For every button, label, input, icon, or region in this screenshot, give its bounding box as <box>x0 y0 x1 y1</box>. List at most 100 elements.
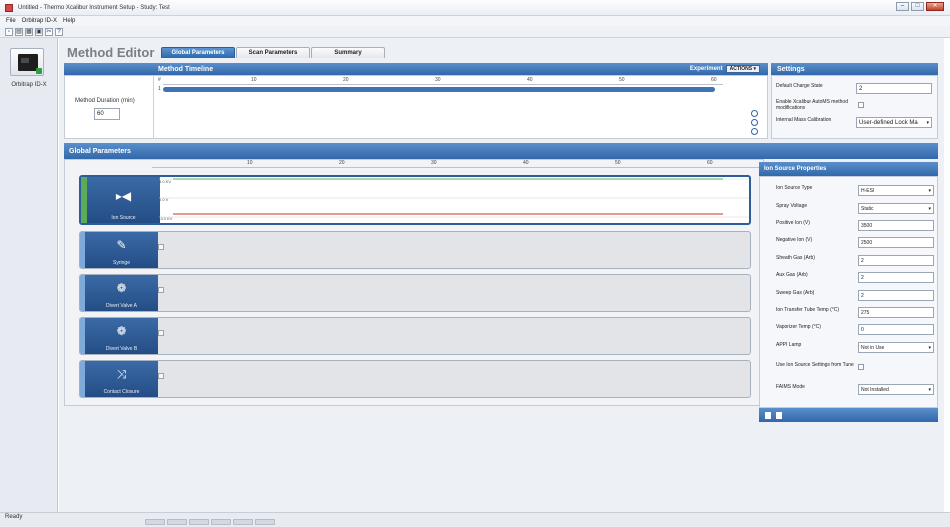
cut-icon[interactable]: ✂ <box>45 27 53 36</box>
taskbar-item[interactable] <box>189 519 209 525</box>
internal-mass-calibration-select[interactable]: User-defined Lock Ma <box>856 117 932 128</box>
property-label: FAIMS Mode <box>776 384 805 390</box>
orbitrap-instrument-icon[interactable] <box>10 48 44 76</box>
minimize-button[interactable]: – <box>896 2 909 11</box>
enable-automs-checkbox[interactable] <box>858 102 864 108</box>
status-bar: Ready <box>0 512 950 527</box>
positive-ion-input[interactable]: 3500 <box>858 220 934 231</box>
menu-help[interactable]: Help <box>63 18 75 24</box>
menu-orbitrap[interactable]: Orbitrap ID-X <box>22 18 57 24</box>
appi-lamp-select[interactable]: Not in Use <box>858 342 934 353</box>
syringe-icon: ✎ <box>116 238 127 252</box>
close-button[interactable]: ✕ <box>926 2 944 11</box>
zoom-in-icon[interactable] <box>751 110 758 117</box>
use-tune-settings-checkbox[interactable] <box>858 364 864 370</box>
new-icon[interactable]: ▫ <box>5 27 13 36</box>
timeline-hash: # <box>158 77 161 83</box>
property-label: APPI Lamp <box>776 342 802 348</box>
tab-global-parameters[interactable]: Global Parameters <box>161 47 235 58</box>
editor-tabs: Global Parameters Scan Parameters Summar… <box>161 47 386 58</box>
zoom-fit-icon[interactable] <box>751 128 758 135</box>
save-icon[interactable]: ▦ <box>25 27 33 36</box>
taskbar-item[interactable] <box>211 519 231 525</box>
property-label: Use Ion Source Settings from Tune <box>776 362 854 368</box>
syringe-checkbox[interactable] <box>158 244 164 250</box>
window-title: Untitled - Thermo Xcalibur Instrument Se… <box>18 4 170 11</box>
copy-icon[interactable] <box>765 411 771 419</box>
taskbar-strip <box>145 519 275 525</box>
experiment-label: Experiment <box>689 66 723 72</box>
settings-panel: Default Charge State 2 Enable Xcalibur A… <box>771 75 938 139</box>
chart-tick: 0.0 V <box>159 197 169 202</box>
help-icon[interactable]: ? <box>55 27 63 36</box>
window-controls: – □ ✕ <box>896 2 944 11</box>
ion-source-tile[interactable]: ▸◀ Ion Source <box>87 177 160 223</box>
negative-ion-input[interactable]: 2500 <box>858 237 934 248</box>
maximize-button[interactable]: □ <box>911 2 924 11</box>
gp-tick: 50 <box>615 160 621 166</box>
property-label: Positive Ion (V) <box>776 220 810 226</box>
sweep-gas-input[interactable]: 2 <box>858 290 934 301</box>
timeline-tick: 40 <box>527 77 533 83</box>
property-faims-mode: FAIMS Mode Not Installed <box>776 384 936 396</box>
timeline-divider <box>153 76 154 138</box>
page-title: Method Editor <box>67 45 155 60</box>
timeline-tick: 30 <box>435 77 441 83</box>
device-row-contact-closure[interactable]: ⤨ Contact Closure <box>79 360 751 398</box>
tab-summary[interactable]: Summary <box>311 47 385 58</box>
device-label: Contact Closure <box>103 389 140 395</box>
faims-mode-select[interactable]: Not Installed <box>858 384 934 395</box>
property-sheath-gas: Sheath Gas (Arb) 2 <box>776 255 936 267</box>
print-icon[interactable]: ▣ <box>35 27 43 36</box>
spray-voltage-chart: 3.0 KV 0.0 V -3.0 KV <box>159 178 749 221</box>
zoom-out-icon[interactable] <box>751 119 758 126</box>
property-positive-ion: Positive Ion (V) 3500 <box>776 220 936 232</box>
method-duration-input[interactable]: 60 <box>94 108 120 120</box>
property-label: Sweep Gas (Arb) <box>776 290 815 296</box>
paste-icon[interactable] <box>776 411 782 419</box>
device-row-ion-source[interactable]: ▸◀ Ion Source 3.0 KV 0.0 V -3.0 KV <box>79 175 751 225</box>
actions-dropdown[interactable]: ACTIONS ▾ <box>725 65 760 73</box>
status-text: Ready <box>5 514 23 520</box>
device-row-divert-valve-b[interactable]: ❁ Divert Valve B <box>79 317 751 355</box>
ion-source-type-select[interactable]: H-ESI <box>858 185 934 196</box>
gp-tick: 10 <box>247 160 253 166</box>
taskbar-item[interactable] <box>233 519 253 525</box>
open-icon[interactable]: ▤ <box>15 27 23 36</box>
experiment-controls: Experiment ACTIONS ▾ <box>690 65 760 73</box>
divert-valve-b-tile[interactable]: ❁ Divert Valve B <box>85 318 158 354</box>
taskbar-item[interactable] <box>255 519 275 525</box>
settings-header: Settings <box>771 63 938 75</box>
ion-source-properties-title: Ion Source Properties <box>764 166 827 172</box>
property-negative-ion: Negative Ion (V) 2500 <box>776 237 936 249</box>
tab-scan-parameters[interactable]: Scan Parameters <box>236 47 310 58</box>
contact-closure-checkbox[interactable] <box>158 373 164 379</box>
divert-valve-b-checkbox[interactable] <box>158 330 164 336</box>
status-ok-icon <box>36 68 42 74</box>
taskbar-item[interactable] <box>145 519 165 525</box>
syringe-tile[interactable]: ✎ Syringe <box>85 232 158 268</box>
method-timeline-header: Method Timeline Experiment ACTIONS ▾ <box>64 63 768 75</box>
divert-valve-a-tile[interactable]: ❁ Divert Valve A <box>85 275 158 311</box>
instrument-panel: Orbitrap ID-X <box>0 38 58 512</box>
valve-icon: ❁ <box>116 324 127 338</box>
default-charge-state-input[interactable]: 2 <box>856 83 932 94</box>
device-row-syringe[interactable]: ✎ Syringe <box>79 231 751 269</box>
sheath-gas-input[interactable]: 2 <box>858 255 934 266</box>
vaporizer-temp-input[interactable]: 0 <box>858 324 934 335</box>
menu-file[interactable]: File <box>6 18 16 24</box>
method-duration-label: Method Duration (min) <box>75 98 135 104</box>
instrument-label: Orbitrap ID-X <box>11 82 47 88</box>
device-row-divert-valve-a[interactable]: ❁ Divert Valve A <box>79 274 751 312</box>
property-label: Spray Voltage <box>776 203 808 209</box>
title-bar: Untitled - Thermo Xcalibur Instrument Se… <box>0 0 950 16</box>
divert-valve-a-checkbox[interactable] <box>158 287 164 293</box>
experiment-bar[interactable] <box>163 87 715 92</box>
contact-closure-tile[interactable]: ⤨ Contact Closure <box>85 361 158 397</box>
taskbar-item[interactable] <box>167 519 187 525</box>
ion-transfer-tube-temp-input[interactable]: 275 <box>858 307 934 318</box>
setting-label: Internal Mass Calibration <box>776 117 832 123</box>
aux-gas-input[interactable]: 2 <box>858 272 934 283</box>
spray-voltage-select[interactable]: Static <box>858 203 934 214</box>
property-label: Sheath Gas (Arb) <box>776 255 815 261</box>
